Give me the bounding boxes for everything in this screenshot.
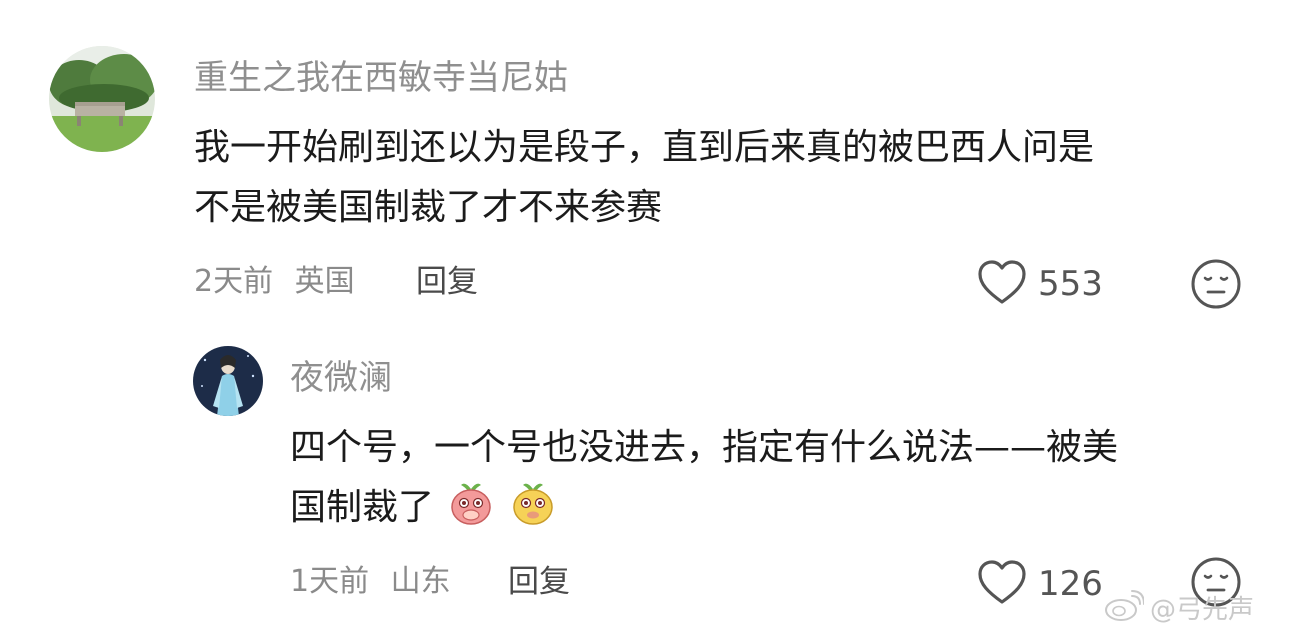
reply-time: 1天前 <box>290 564 370 599</box>
reply-text-line-1: 四个号，一个号也没进去，指定有什么说法——被美 <box>290 427 1119 468</box>
comment-time: 2天前 <box>194 264 274 299</box>
comment-text-line-1: 我一开始刷到还以为是段子，直到后来真的被巴西人问是 <box>194 127 1095 168</box>
reply-text-line-2-text: 国制裁了 <box>290 487 435 528</box>
heart-outline-icon <box>976 258 1028 310</box>
yellow-peach-shy-sticker <box>509 479 557 546</box>
comment-location: 英国 <box>294 264 355 299</box>
comment-meta: 2天前 英国 <box>194 262 355 302</box>
pink-peach-shy-sticker <box>447 479 495 546</box>
reply-meta: 1天前 山东 <box>290 562 451 602</box>
comment-text-line-2: 不是被美国制裁了才不来参赛 <box>194 187 663 228</box>
comment-like-count: 553 <box>1038 264 1103 304</box>
replier-avatar[interactable] <box>193 346 263 416</box>
reply-reply-button[interactable]: 回复 <box>508 562 570 602</box>
comment-emoji-react-button[interactable] <box>1190 258 1242 314</box>
commenter-username[interactable]: 重生之我在西敏寺当尼姑 <box>194 56 568 100</box>
reply-text-line-2: 国制裁了 <box>290 478 1260 546</box>
reply-location: 山东 <box>390 564 451 599</box>
reply-like-count: 126 <box>1038 564 1103 604</box>
replier-username[interactable]: 夜微澜 <box>290 356 392 400</box>
reply-like-button[interactable]: 126 <box>976 558 1103 610</box>
comment-reply-button[interactable]: 回复 <box>416 262 478 302</box>
heart-outline-icon <box>976 558 1028 610</box>
watermark-text: @弓先声 <box>1150 595 1255 625</box>
weibo-logo-icon <box>1104 590 1145 630</box>
weibo-watermark: @弓先声 <box>1104 590 1254 630</box>
comment-text: 我一开始刷到还以为是段子，直到后来真的被巴西人问是 不是被美国制裁了才不来参赛 <box>194 118 1254 238</box>
commenter-avatar[interactable] <box>49 46 155 152</box>
comment-like-button[interactable]: 553 <box>976 258 1103 310</box>
neutral-face-icon <box>1190 259 1242 314</box>
reply-text: 四个号，一个号也没进去，指定有什么说法——被美 国制裁了 <box>290 418 1260 546</box>
